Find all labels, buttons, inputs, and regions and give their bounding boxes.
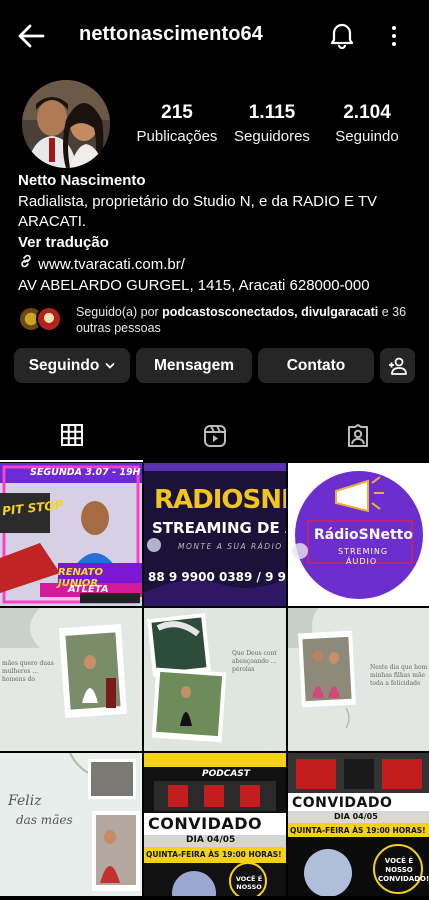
post-1-top-text: SEGUNDA 3.07 - 19H (30, 467, 141, 478)
post-thumbnail[interactable]: mães quero duas mulheres ... homens do (0, 608, 142, 751)
see-translation-link[interactable]: Ver tradução (18, 233, 413, 254)
post-thumbnail[interactable]: SEGUNDA 3.07 - 19H PIT STOP RENATO JUNIO… (0, 463, 142, 606)
post-3-subtitle: STREMING (338, 547, 389, 556)
following-count[interactable]: 2.104 Seguindo (331, 102, 403, 145)
following-count-label: Seguindo (335, 128, 399, 145)
profile-tabs (0, 410, 429, 462)
website-link[interactable]: www.tvaracati.com.br/ (38, 256, 185, 273)
profile-bio: Netto Nascimento Radialista, proprietári… (18, 171, 413, 296)
follower-avatar (36, 306, 62, 332)
post-2-subtitle: STREAMING DE ÁU (152, 519, 286, 537)
post-3-title: RádioSNetto (314, 527, 413, 543)
chevron-down-icon (105, 362, 115, 369)
posts-count-value: 215 (161, 102, 193, 123)
followers-count[interactable]: 1.115 Seguidores (229, 102, 315, 145)
reels-icon (203, 425, 226, 447)
profile-avatar[interactable] (22, 80, 110, 168)
post-thumbnail[interactable]: Feliz das mães (0, 753, 142, 896)
bio-line-1: Radialista, proprietário do Studio N, e … (18, 192, 378, 210)
post-2-title: RADIOSNET (154, 485, 286, 515)
top-bar: nettonascimento64 (0, 0, 429, 70)
post-8-guest: CONVIDADO (148, 814, 263, 833)
post-7-title-1: Feliz (8, 793, 42, 809)
post-7-title-2: das mães (16, 813, 73, 827)
following-button-label: Seguindo (28, 356, 100, 374)
post-8-date: DIA 04/05 (186, 835, 236, 845)
post-3-subtitle-2: ÁUDIO (346, 557, 378, 566)
post-9-date: DIA 04/05 (334, 812, 378, 821)
post-2-phone: 88 9 9900 0389 / 9 93 (148, 570, 286, 584)
followed-by-prefix: Seguido(a) por (76, 305, 163, 319)
tagged-icon (347, 424, 368, 447)
post-thumbnail[interactable]: RádioSNetto STREMING ÁUDIO (288, 463, 429, 606)
post-9-guest: CONVIDADO (292, 795, 393, 811)
followers-count-label: Seguidores (234, 128, 310, 145)
post-5-image (144, 608, 286, 751)
post-thumbnail[interactable]: CONVIDADO DIA 04/05 QUINTA-FEIRA ÀS 19:0… (288, 753, 429, 896)
website-link-row[interactable]: www.tvaracati.com.br/ (18, 253, 413, 276)
post-8-when: QUINTA-FEIRA ÀS 19:00 HORAS! (146, 850, 282, 859)
post-thumbnail[interactable]: Neste dia que hom minhas filhas mãe toda… (288, 608, 429, 751)
post-thumbnail[interactable]: PODCAST CONVIDADO DIA 04/05 QUINTA-FEIRA… (144, 753, 286, 896)
suggest-users-button[interactable] (380, 348, 415, 383)
followers-count-value: 1.115 (248, 102, 296, 123)
message-button[interactable]: Mensagem (136, 348, 252, 383)
arrow-left-icon[interactable] (16, 22, 46, 50)
following-count-value: 2.104 (343, 102, 391, 123)
grid-icon (60, 424, 83, 446)
post-5-caption: Que Deus cont abençoando ... pérolas (232, 650, 277, 673)
profile-address[interactable]: AV ABELARDO GURGEL, 1415, Aracati 628000… (18, 276, 413, 297)
contact-button-label: Contato (286, 356, 346, 374)
following-button[interactable]: Seguindo (14, 348, 130, 383)
post-2-tag: MONTE A SUA RÁDIO (178, 542, 283, 551)
bio-line-2: ARACATI. (18, 213, 87, 230)
tab-reels[interactable] (143, 410, 286, 462)
message-button-label: Mensagem (153, 356, 235, 374)
link-icon (21, 254, 31, 268)
post-thumbnail[interactable]: RADIOSNET STREAMING DE ÁU MONTE A SUA RÁ… (144, 463, 286, 606)
posts-grid: SEGUNDA 3.07 - 19H PIT STOP RENATO JUNIO… (0, 463, 429, 900)
bell-icon[interactable] (329, 21, 355, 49)
profile-username: nettonascimento64 (79, 23, 263, 45)
post-6-caption: Neste dia que hom minhas filhas mãe toda… (370, 664, 428, 687)
post-9-when: QUINTA-FEIRA ÀS 19:00 HORAS! (290, 826, 426, 835)
followed-by[interactable]: Seguido(a) por podcastosconectados, divu… (18, 304, 418, 336)
kebab-menu-icon[interactable] (386, 23, 402, 49)
contact-button[interactable]: Contato (258, 348, 374, 383)
post-thumbnail[interactable]: Que Deus cont abençoando ... pérolas (144, 608, 286, 751)
post-1-role: ATLETA (68, 584, 109, 595)
followed-by-text: Seguido(a) por podcastosconectados, divu… (76, 304, 421, 336)
tab-posts-grid[interactable] (0, 410, 143, 462)
tab-tagged[interactable] (286, 410, 429, 462)
profile-name: Netto Nascimento (18, 172, 146, 189)
post-8-you: VOCÊ É NOSSO (235, 875, 263, 891)
post-9-you: VOCÊ É NOSSO CONVIDADO! (378, 857, 429, 883)
post-4-caption: mães quero duas mulheres ... homens do (2, 660, 54, 683)
add-person-icon (388, 357, 407, 375)
followed-by-names: podcastosconectados, divulgaracati (162, 305, 379, 319)
posts-count[interactable]: 215 Publicações (131, 102, 223, 145)
posts-count-label: Publicações (136, 128, 218, 145)
avatar-photo (22, 80, 110, 168)
post-8-badge: PODCAST (202, 769, 250, 779)
